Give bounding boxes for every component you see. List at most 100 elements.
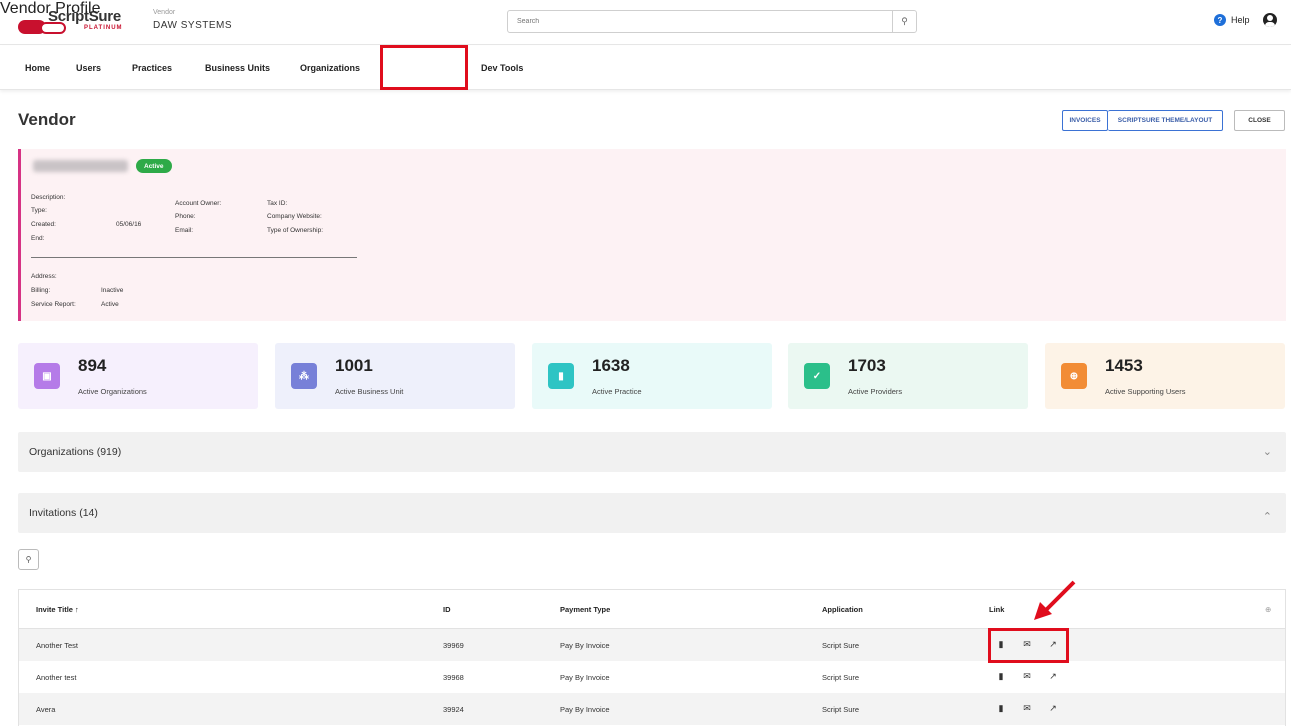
field-label: Tax ID: [267, 200, 288, 207]
cell-app: Script Sure [822, 705, 860, 714]
col-payment-type[interactable]: Payment Type [560, 605, 610, 614]
field-label: Created: [31, 221, 56, 228]
stat-label: Active Supporting Users [1105, 387, 1186, 396]
field-label: Type: [31, 207, 47, 214]
organizations-section-header[interactable]: Organizations (919) ⌄ [18, 432, 1286, 472]
nav-users[interactable]: Users [76, 63, 101, 73]
field-label: Company Website: [267, 213, 322, 220]
chevron-down-icon[interactable]: ⌄ [1263, 445, 1272, 458]
link-actions: ▮ ✉ ↗ [995, 671, 1059, 682]
field-label: Billing: [31, 287, 51, 294]
stat-value: 894 [78, 356, 107, 375]
copy-icon[interactable]: ▮ [995, 703, 1007, 714]
section-title: Invitations (14) [29, 507, 98, 519]
stat-label: Active Business Unit [335, 387, 404, 396]
vendor-name: DAW SYSTEMS [153, 20, 233, 31]
chevron-up-icon[interactable]: ⌃ [1263, 510, 1272, 523]
field-label: Type of Ownership: [267, 227, 323, 234]
col-link: Link [989, 605, 1005, 614]
stat-card-practices[interactable]: ▮ 1638 Active Practice [532, 343, 772, 409]
field-label: Description: [31, 194, 66, 201]
briefcase-icon: ▣ [34, 363, 60, 389]
table-row[interactable]: Another test 39968 Pay By Invoice Script… [19, 661, 1285, 693]
nav-vendor-profile[interactable]: Vendor Profile [0, 0, 101, 18]
nav-dev-tools[interactable]: Dev Tools [481, 63, 523, 73]
search-input[interactable] [508, 11, 893, 32]
vendor-profile-card: Active Description: Type: Created: 05/06… [18, 149, 1286, 321]
column-settings-icon[interactable]: ⊕ [1265, 605, 1271, 614]
close-button[interactable]: CLOSE [1234, 110, 1285, 131]
invitations-section-header[interactable]: Invitations (14) ⌃ [18, 493, 1286, 533]
invitations-table: Invite Title ↑ ID Payment Type Applicati… [18, 589, 1286, 726]
cell-app: Script Sure [822, 641, 860, 650]
cell-title: Avera [36, 705, 56, 714]
col-application[interactable]: Application [822, 605, 863, 614]
hierarchy-icon: ⁂ [291, 363, 317, 389]
help-label: Help [1231, 15, 1250, 25]
help-icon: ? [1214, 14, 1226, 26]
page-title: Vendor [18, 110, 76, 129]
table-row[interactable]: Avera 39924 Pay By Invoice Script Sure ▮… [19, 693, 1285, 725]
highlight-box-link-icons [988, 628, 1069, 663]
stat-card-supporting-users[interactable]: ⊕ 1453 Active Supporting Users [1045, 343, 1285, 409]
stat-value: 1638 [592, 356, 630, 375]
envelope-icon[interactable]: ✉ [1021, 703, 1033, 714]
field-label: End: [31, 235, 45, 242]
main-nav: Home Users Practices Business Units Orga… [0, 46, 1291, 90]
stat-card-business-units[interactable]: ⁂ 1001 Active Business Unit [275, 343, 515, 409]
nav-business-units[interactable]: Business Units [205, 63, 270, 73]
user-account-icon[interactable] [1263, 13, 1277, 27]
stat-label: Active Practice [592, 387, 642, 396]
field-label: Service Report: [31, 301, 76, 308]
link-actions: ▮ ✉ ↗ [995, 703, 1059, 714]
search-icon[interactable]: ⚲ [892, 11, 916, 32]
stat-label: Active Providers [848, 387, 903, 396]
cell-id: 39924 [443, 705, 464, 714]
cell-id: 39969 [443, 641, 464, 650]
cell-app: Script Sure [822, 673, 860, 682]
table-row[interactable]: Another Test 39969 Pay By Invoice Script… [19, 629, 1285, 661]
field-label: Account Owner: [175, 200, 222, 207]
invoices-button[interactable]: INVOICES [1062, 110, 1108, 131]
cell-payment: Pay By Invoice [560, 705, 610, 714]
global-search: ⚲ [507, 10, 917, 33]
highlight-box-nav [380, 45, 468, 90]
col-id[interactable]: ID [443, 605, 451, 614]
service-report-value: Active [101, 301, 119, 308]
field-label: Phone: [175, 213, 196, 220]
profile-divider [31, 257, 357, 258]
vendor-label: Vendor [153, 9, 176, 16]
nav-home[interactable]: Home [25, 63, 50, 73]
created-value: 05/06/16 [116, 221, 142, 228]
nav-practices[interactable]: Practices [132, 63, 172, 73]
logo-subtext: PLATINUM [84, 25, 123, 31]
bookmark-icon: ▮ [548, 363, 574, 389]
stat-label: Active Organizations [78, 387, 147, 396]
annotation-arrow-icon [1034, 580, 1076, 620]
copy-icon[interactable]: ▮ [995, 671, 1007, 682]
external-link-icon[interactable]: ↗ [1047, 671, 1059, 682]
stat-card-providers[interactable]: ✓ 1703 Active Providers [788, 343, 1028, 409]
help-link[interactable]: ? Help [1214, 14, 1250, 26]
stat-value: 1703 [848, 356, 886, 375]
external-link-icon[interactable]: ↗ [1047, 703, 1059, 714]
stat-card-organizations[interactable]: ▣ 894 Active Organizations [18, 343, 258, 409]
theme-layout-button[interactable]: SCRIPTSURE THEME/LAYOUT [1108, 110, 1223, 131]
nav-organizations[interactable]: Organizations [300, 63, 360, 73]
envelope-icon[interactable]: ✉ [1021, 671, 1033, 682]
billing-value: Inactive [101, 287, 124, 294]
check-circle-icon: ✓ [804, 363, 830, 389]
col-invite-title[interactable]: Invite Title ↑ [36, 605, 79, 614]
table-search-icon[interactable]: ⚲ [18, 549, 39, 570]
cell-id: 39968 [443, 673, 464, 682]
section-title: Organizations (919) [29, 446, 122, 458]
table-header-row: Invite Title ↑ ID Payment Type Applicati… [19, 590, 1285, 629]
cell-title: Another Test [36, 641, 78, 650]
field-label: Email: [175, 227, 194, 234]
stat-value: 1453 [1105, 356, 1143, 375]
cell-title: Another test [36, 673, 77, 682]
lifebuoy-icon: ⊕ [1061, 363, 1087, 389]
status-badge: Active [136, 159, 172, 173]
vendor-name-redacted [33, 160, 128, 172]
cell-payment: Pay By Invoice [560, 641, 610, 650]
